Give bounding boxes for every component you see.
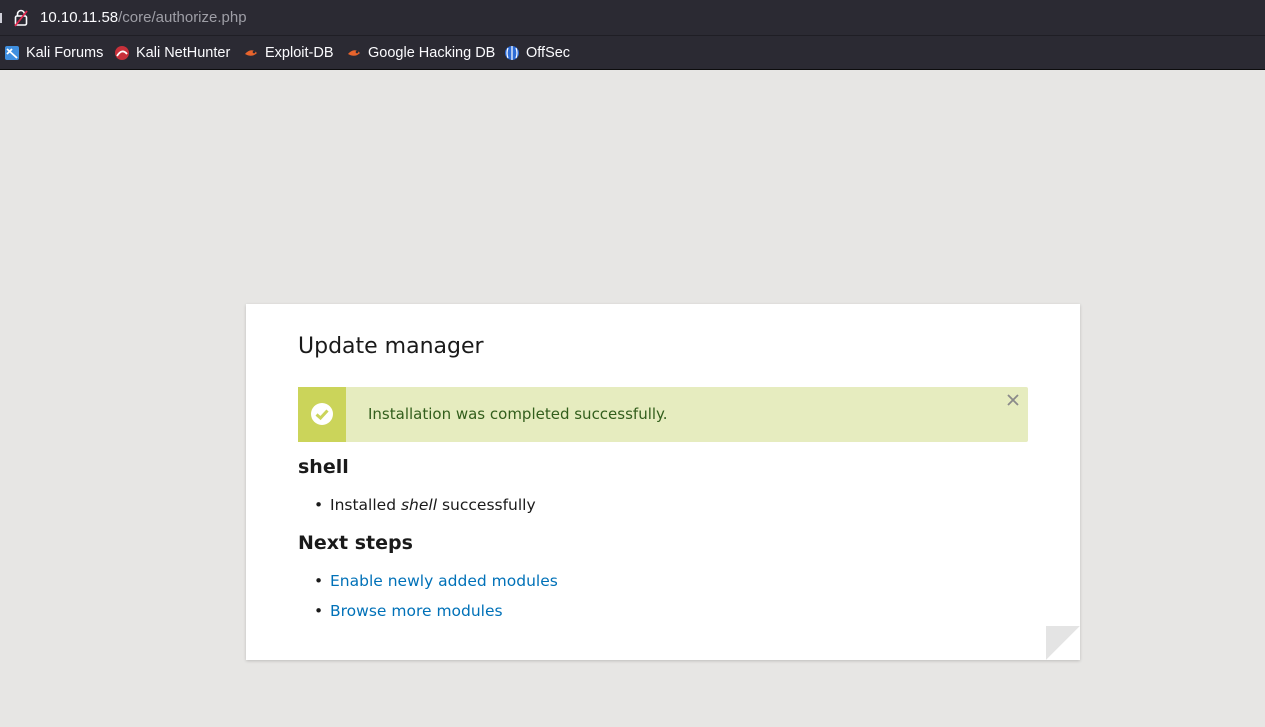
status-message-icon-bar — [298, 387, 346, 442]
bookmarks-toolbar: Kali Forums Kali NetHunter Exploit-DB Go… — [0, 36, 1265, 70]
page-title: Update manager — [298, 334, 484, 359]
list-item: Installed shell successfully — [314, 496, 536, 514]
page-fold-corner — [1046, 626, 1080, 660]
next-steps-heading: Next steps — [298, 532, 413, 554]
status-message: Installation was completed successfully. — [298, 387, 1028, 442]
url-text[interactable]: 10.10.11.58/core/authorize.php — [40, 9, 247, 26]
google-hacking-db-icon — [346, 45, 362, 61]
window-edge — [0, 13, 2, 23]
bookmark-offsec[interactable]: OffSec — [504, 44, 570, 62]
url-path: /core/authorize.php — [118, 9, 247, 26]
list-item: Browse more modules — [314, 602, 503, 620]
insecure-lock-icon[interactable] — [14, 9, 28, 27]
bookmark-kali-forums[interactable]: Kali Forums — [4, 44, 103, 62]
install-prefix: Installed — [330, 496, 401, 514]
browse-modules-link[interactable]: Browse more modules — [330, 602, 503, 620]
close-icon[interactable] — [1006, 392, 1020, 406]
bookmark-label: Google Hacking DB — [368, 45, 496, 61]
offsec-icon — [504, 45, 520, 61]
module-heading: shell — [298, 456, 349, 478]
url-host: 10.10.11.58 — [40, 9, 119, 26]
bookmark-label: Kali NetHunter — [136, 45, 231, 61]
exploit-db-icon — [243, 45, 259, 61]
bookmark-exploit-db[interactable]: Exploit-DB — [243, 44, 334, 62]
bookmark-label: OffSec — [526, 45, 571, 61]
kali-nethunter-icon — [114, 45, 130, 61]
address-bar[interactable]: 10.10.11.58/core/authorize.php — [0, 0, 1265, 36]
enable-modules-link[interactable]: Enable newly added modules — [330, 572, 558, 590]
installed-module-name: shell — [400, 496, 438, 514]
bookmark-google-hacking-db[interactable]: Google Hacking DB — [346, 44, 495, 62]
bookmark-label: Exploit-DB — [265, 45, 334, 61]
bookmark-label: Kali Forums — [26, 45, 104, 61]
install-suffix: successfully — [437, 496, 536, 514]
status-message-text: Installation was completed successfully. — [368, 405, 668, 423]
update-manager-panel: Update manager Installation was complete… — [246, 304, 1080, 660]
bookmark-kali-nethunter[interactable]: Kali NetHunter — [114, 44, 230, 62]
kali-forums-icon — [4, 45, 20, 61]
check-circle-icon — [310, 402, 334, 426]
list-item: Enable newly added modules — [314, 572, 558, 590]
